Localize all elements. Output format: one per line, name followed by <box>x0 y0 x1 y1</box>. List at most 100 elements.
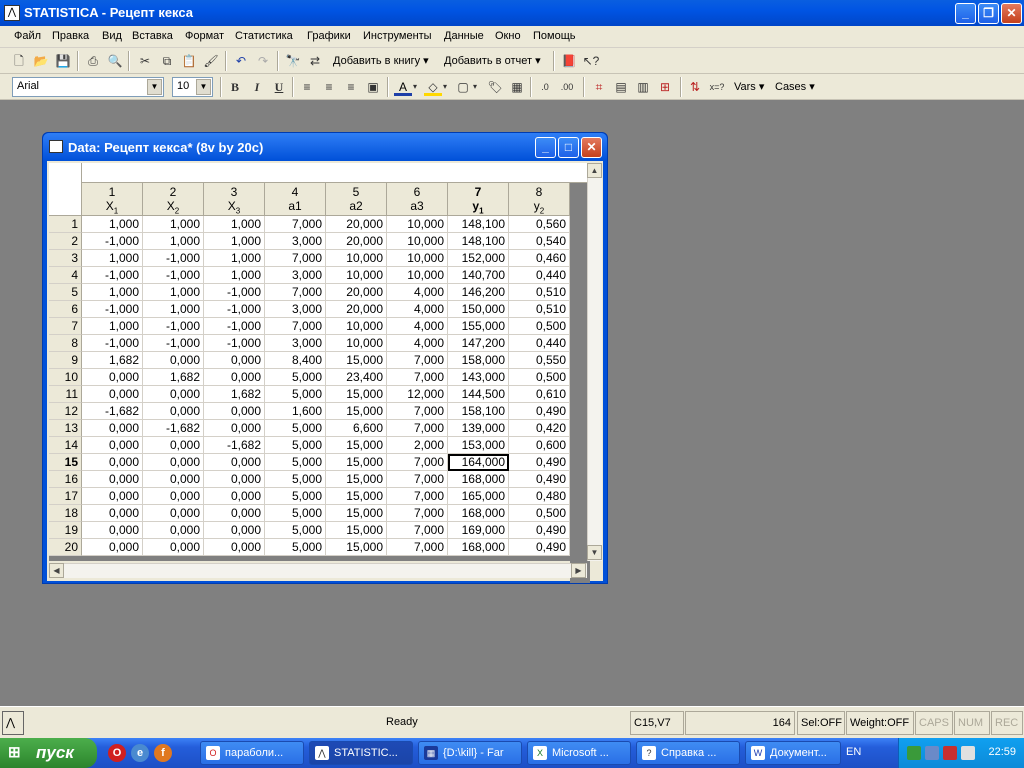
data-cell[interactable]: 0,000 <box>143 454 204 471</box>
add-to-report-button[interactable]: Добавить в отчет ▾ <box>444 54 541 67</box>
data-cell[interactable]: 139,000 <box>448 420 509 437</box>
data-cell[interactable]: 148,100 <box>448 216 509 233</box>
data-cell[interactable]: 0,460 <box>509 250 570 267</box>
data-cell[interactable]: -1,000 <box>143 250 204 267</box>
data-window-title-bar[interactable]: Data: Рецепт кекса* (8v by 20c) _ □ ✕ <box>43 133 607 161</box>
formula-icon[interactable]: x=? <box>708 78 726 96</box>
task-opera[interactable]: Oпараболи... <box>200 741 304 765</box>
data-cell[interactable]: 15,000 <box>326 505 387 522</box>
language-indicator[interactable]: EN <box>846 746 861 758</box>
scroll-up-icon[interactable]: ▲ <box>587 163 602 178</box>
menu-help[interactable]: Помощь <box>533 30 576 42</box>
data-cell[interactable]: 15,000 <box>326 437 387 454</box>
data-cell[interactable]: 168,000 <box>448 505 509 522</box>
data-cell[interactable]: 0,000 <box>143 437 204 454</box>
data-cell[interactable]: 20,000 <box>326 216 387 233</box>
open-icon[interactable]: 📂 <box>32 52 50 70</box>
network-icon[interactable] <box>907 746 921 760</box>
explorer-icon[interactable]: e <box>131 744 149 762</box>
volume-icon[interactable] <box>961 746 975 760</box>
font-name-select[interactable]: Arial ▼ <box>12 77 164 97</box>
row-header[interactable]: 2 <box>49 233 82 250</box>
data-cell[interactable]: 10,000 <box>326 318 387 335</box>
data-cell[interactable]: 0,000 <box>143 471 204 488</box>
print-icon[interactable]: ⎙ <box>84 52 102 70</box>
data-cell[interactable]: -1,000 <box>204 335 265 352</box>
data-cell[interactable]: 1,000 <box>204 233 265 250</box>
data-cell[interactable]: 2,000 <box>387 437 448 454</box>
data-cell[interactable]: 0,000 <box>204 352 265 369</box>
data-cell[interactable]: 5,000 <box>265 386 326 403</box>
data-cell[interactable]: 5,000 <box>265 437 326 454</box>
font-size-select[interactable]: 10 ▼ <box>172 77 213 97</box>
data-cell[interactable]: 10,000 <box>326 267 387 284</box>
task-help[interactable]: ? Справка ... <box>636 741 740 765</box>
data-cell[interactable]: 1,000 <box>143 301 204 318</box>
paste-icon[interactable]: 📋 <box>180 52 198 70</box>
data-cell[interactable]: 140,700 <box>448 267 509 284</box>
data-cell[interactable]: 15,000 <box>326 403 387 420</box>
data-cell[interactable]: 10,000 <box>326 335 387 352</box>
data-cell[interactable]: 7,000 <box>265 250 326 267</box>
data-cell[interactable]: 6,600 <box>326 420 387 437</box>
data-close-button[interactable]: ✕ <box>581 137 602 158</box>
data-cell[interactable]: 3,000 <box>265 267 326 284</box>
data-cell[interactable]: 4,000 <box>387 284 448 301</box>
print-preview-icon[interactable]: 🔍 <box>106 52 124 70</box>
data-cell[interactable]: 7,000 <box>387 352 448 369</box>
column-header[interactable]: 4 a1 <box>265 183 326 216</box>
underline-button[interactable]: U <box>270 78 288 96</box>
replace-icon[interactable]: ⇄ <box>306 52 324 70</box>
chevron-down-icon[interactable]: ▼ <box>196 79 211 95</box>
data-cell[interactable]: 168,000 <box>448 471 509 488</box>
horizontal-scrollbar[interactable]: ◀ ▶ <box>49 563 587 578</box>
data-cell[interactable]: 0,490 <box>509 539 570 556</box>
data-cell[interactable]: -1,000 <box>82 267 143 284</box>
data-cell[interactable]: 158,100 <box>448 403 509 420</box>
data-cell[interactable]: 7,000 <box>387 488 448 505</box>
data-cell[interactable]: 15,000 <box>326 454 387 471</box>
data-cell[interactable]: -1,000 <box>143 318 204 335</box>
data-cell[interactable]: 0,000 <box>204 471 265 488</box>
data-cell[interactable]: -1,000 <box>82 301 143 318</box>
data-cell[interactable]: 1,000 <box>204 250 265 267</box>
data-cell[interactable]: 7,000 <box>387 539 448 556</box>
data-cell[interactable]: 0,600 <box>509 437 570 454</box>
sort-icon[interactable]: ⇅ <box>686 78 704 96</box>
row-header[interactable]: 14 <box>49 437 82 454</box>
statistica-app-icon[interactable]: ⋀ <box>4 5 20 21</box>
row-header[interactable]: 18 <box>49 505 82 522</box>
data-cell[interactable]: 1,682 <box>82 352 143 369</box>
menu-statistics[interactable]: Статистика <box>235 30 293 42</box>
row-header[interactable]: 3 <box>49 250 82 267</box>
data-cell[interactable]: -1,682 <box>143 420 204 437</box>
cell-format-icon[interactable]: ▣ <box>364 78 382 96</box>
data-cell[interactable]: 143,000 <box>448 369 509 386</box>
data-cell[interactable]: 0,420 <box>509 420 570 437</box>
align-right-icon[interactable]: ≡ <box>342 78 360 96</box>
row-header[interactable]: 17 <box>49 488 82 505</box>
case-names-icon[interactable]: ▥ <box>634 78 652 96</box>
data-cell[interactable]: 10,000 <box>326 250 387 267</box>
column-header[interactable]: 2 X2 <box>143 183 204 216</box>
data-cell[interactable]: 7,000 <box>387 369 448 386</box>
data-cell[interactable]: 15,000 <box>326 488 387 505</box>
data-cell[interactable]: 0,000 <box>82 437 143 454</box>
increase-decimal-icon[interactable]: .0 <box>536 78 554 96</box>
decrease-decimal-icon[interactable]: .00 <box>558 78 576 96</box>
data-cell[interactable]: 0,000 <box>204 403 265 420</box>
data-cell[interactable]: 7,000 <box>265 284 326 301</box>
data-cell[interactable]: 0,000 <box>143 403 204 420</box>
data-cell[interactable]: 5,000 <box>265 369 326 386</box>
new-icon[interactable]: 🗋 <box>10 52 28 70</box>
data-cell[interactable]: 3,000 <box>265 301 326 318</box>
find-icon[interactable]: 🔭 <box>284 52 302 70</box>
data-cell[interactable]: 165,000 <box>448 488 509 505</box>
cut-icon[interactable]: ✂ <box>136 52 154 70</box>
data-cell[interactable]: 7,000 <box>387 420 448 437</box>
data-cell[interactable]: 5,000 <box>265 471 326 488</box>
menu-data[interactable]: Данные <box>444 30 484 42</box>
data-cell[interactable]: 0,000 <box>204 454 265 471</box>
row-header[interactable]: 15 <box>49 454 82 471</box>
data-cell[interactable]: 1,000 <box>82 250 143 267</box>
